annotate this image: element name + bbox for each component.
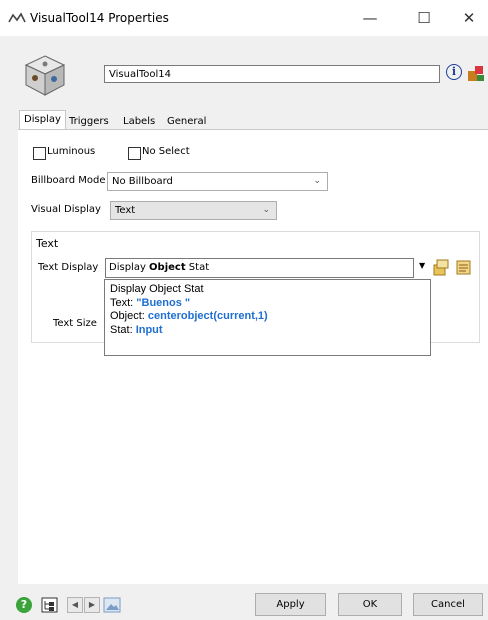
text-group-title: Text	[36, 237, 59, 250]
window-title: VisualTool14 Properties	[30, 11, 169, 25]
visual-display-select[interactable]: Text ⌄	[110, 201, 277, 220]
luminous-checkbox[interactable]	[33, 147, 46, 160]
display-tab-panel	[18, 129, 488, 584]
maximize-button[interactable]: ☐	[404, 4, 444, 32]
template-icon[interactable]	[455, 259, 472, 276]
ok-button[interactable]: OK	[338, 593, 402, 616]
text-display-label: Text Display	[38, 262, 99, 273]
apply-button[interactable]: Apply	[255, 593, 326, 616]
cancel-button[interactable]: Cancel	[413, 593, 483, 616]
billboard-mode-value: No Billboard	[112, 176, 173, 187]
visual-display-label: Visual Display	[31, 204, 101, 215]
text-display-field[interactable]: Display Object Stat	[105, 258, 414, 278]
popup-line-2: Text: "Buenos "	[110, 296, 191, 309]
tree-view-icon[interactable]	[41, 597, 58, 613]
billboard-mode-select[interactable]: No Billboard ⌄	[107, 172, 328, 191]
image-icon[interactable]	[103, 597, 121, 613]
object-name-input[interactable]: VisualTool14	[104, 65, 440, 83]
billboard-mode-label: Billboard Mode	[31, 175, 106, 186]
properties-tools-icon[interactable]	[466, 63, 486, 83]
popup-line-4: Stat: Input	[110, 323, 163, 336]
visual-tool-cube-icon	[24, 55, 66, 96]
chevron-down-icon: ⌄	[313, 176, 321, 186]
no-select-checkbox[interactable]	[128, 147, 141, 160]
info-icon[interactable]: i	[446, 64, 462, 80]
text-size-label: Text Size	[53, 318, 97, 329]
text-display-popup: Display Object Stat Text: "Buenos " Obje…	[104, 279, 431, 356]
minimize-button[interactable]: —	[350, 4, 390, 32]
dropdown-arrow-icon[interactable]: ▼	[419, 261, 425, 270]
previous-button[interactable]: ◀	[67, 597, 83, 613]
chevron-down-icon: ⌄	[262, 205, 270, 215]
close-button[interactable]: ✕	[449, 4, 488, 32]
luminous-label: Luminous	[47, 146, 96, 157]
text-display-bold: Object	[149, 262, 186, 273]
popup-line-1: Display Object Stat	[110, 283, 204, 295]
no-select-label: No Select	[142, 146, 190, 157]
tab-display[interactable]: Display	[19, 110, 66, 131]
help-icon[interactable]: ?	[16, 597, 32, 613]
app-icon	[8, 12, 26, 23]
visual-display-value: Text	[115, 205, 136, 216]
next-button[interactable]: ▶	[84, 597, 100, 613]
text-display-suffix: Stat	[185, 262, 210, 273]
text-display-prefix: Display	[109, 262, 150, 273]
edit-code-icon[interactable]	[433, 259, 450, 276]
popup-line-3: Object: centerobject(current,1)	[110, 310, 268, 322]
